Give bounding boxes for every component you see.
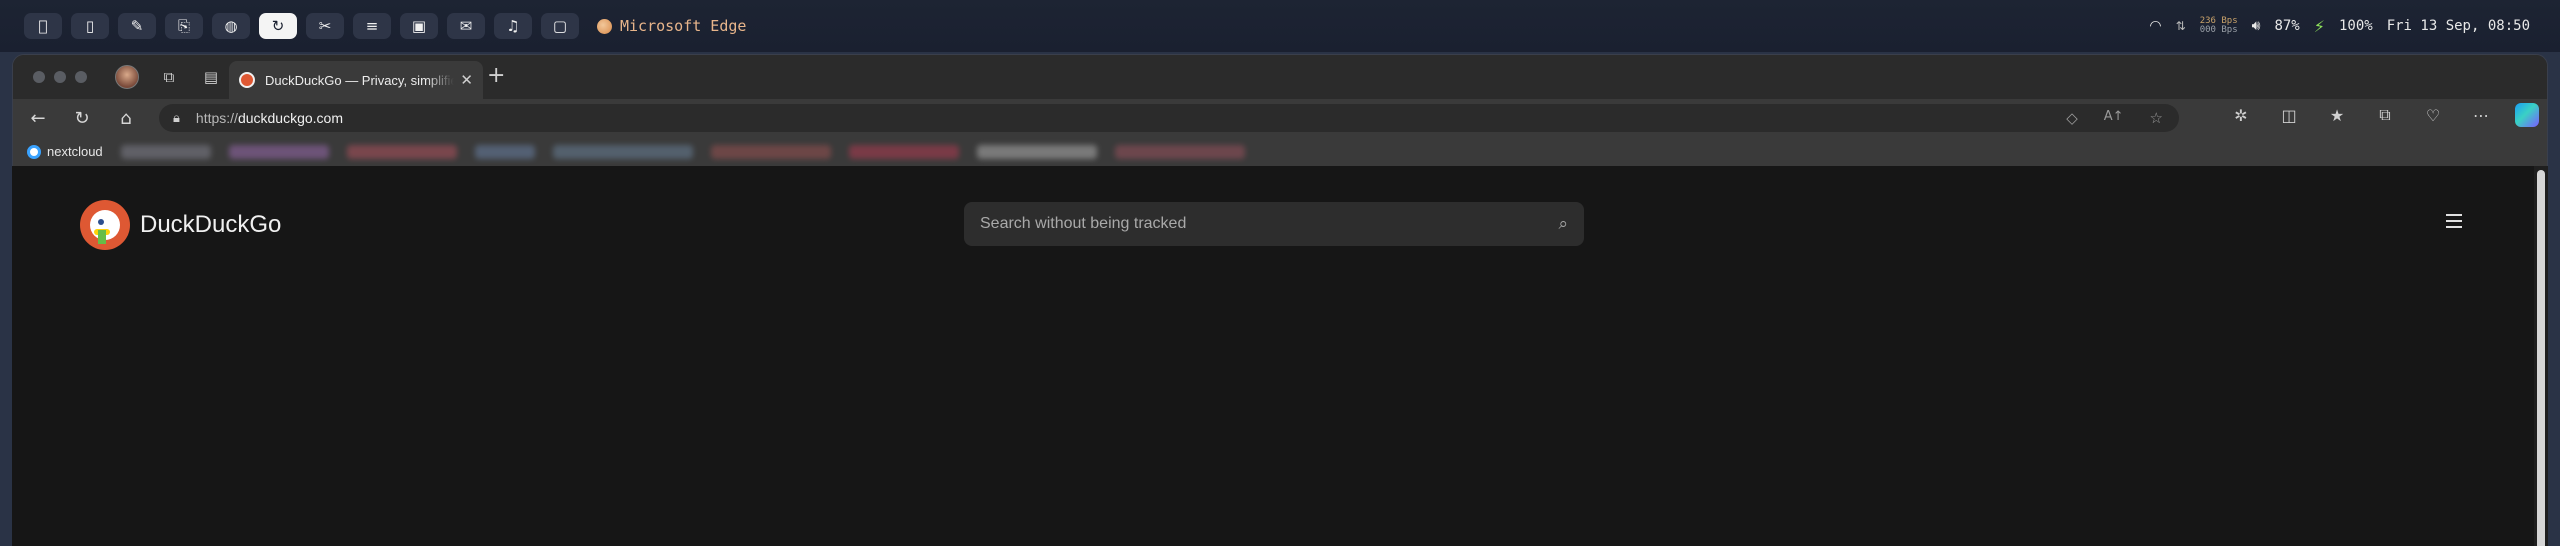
address-bar-actions: ◇ A↑ ☆ bbox=[2066, 109, 2163, 127]
read-aloud-icon[interactable]: A↑ bbox=[2104, 109, 2124, 127]
blurred-bookmark[interactable] bbox=[976, 144, 1097, 159]
network-arrows-icon: ⇅ bbox=[2175, 19, 2186, 33]
page-content: DuckDuckGo ⌕ bbox=[12, 166, 2534, 546]
search-input[interactable] bbox=[980, 215, 1559, 233]
wifi-icon[interactable]: ◠ bbox=[2149, 18, 2161, 34]
clock[interactable]: Fri 13 Sep, 08:50 bbox=[2387, 18, 2530, 34]
macos-menu-bar:  ▯ ✎ ⎘ ◍ ↻ ✂ ≡ ▣ ✉ ♫ ▢ Microsoft Edge ◠… bbox=[0, 0, 2560, 52]
blurred-bookmark[interactable] bbox=[346, 144, 457, 159]
copilot-icon[interactable] bbox=[2515, 103, 2539, 127]
phone-icon[interactable]: ▯ bbox=[71, 13, 109, 39]
workspaces-icon[interactable]: ⧉ bbox=[157, 65, 181, 89]
apple-icon[interactable]:  bbox=[24, 13, 62, 39]
blurred-bookmark[interactable] bbox=[1114, 144, 1245, 159]
home-button[interactable]: ⌂ bbox=[111, 103, 141, 133]
tab-duckduckgo[interactable]: DuckDuckGo — Privacy, simplified. ✕ bbox=[229, 61, 483, 99]
edge-icon[interactable]: ↻ bbox=[259, 13, 297, 39]
terminal-icon[interactable]: ⎘ bbox=[165, 13, 203, 39]
menu-hamburger-icon[interactable] bbox=[2446, 214, 2462, 228]
brand-name: DuckDuckGo bbox=[140, 211, 282, 238]
duckduckgo-duck-icon bbox=[80, 200, 130, 250]
close-window-button[interactable] bbox=[33, 71, 45, 83]
duckduckgo-favicon-icon bbox=[239, 72, 255, 88]
favorite-star-icon[interactable]: ☆ bbox=[2150, 109, 2163, 127]
scrollbar-thumb[interactable] bbox=[2537, 170, 2545, 546]
mail-icon[interactable]: ✉ bbox=[447, 13, 485, 39]
bookmark-label: nextcloud bbox=[47, 144, 103, 159]
volume-level: 87% bbox=[2274, 18, 2300, 34]
url-domain: duckduckgo.com bbox=[237, 110, 344, 126]
navigation-toolbar: ← ↻ ⌂ 🔒︎ https://duckduckgo.com ◇ A↑ ☆ ✲… bbox=[13, 99, 2547, 137]
favorites-bar: nextcloud bbox=[13, 137, 2547, 167]
blurred-bookmark[interactable] bbox=[120, 144, 211, 159]
zoom-window-button[interactable] bbox=[75, 71, 87, 83]
close-tab-icon[interactable]: ✕ bbox=[460, 71, 473, 89]
tracking-prevention-icon[interactable]: ◇ bbox=[2066, 109, 2078, 127]
new-tab-button[interactable]: + bbox=[487, 63, 505, 88]
tools-icon[interactable]: ✂ bbox=[306, 13, 344, 39]
window-controls bbox=[33, 71, 87, 83]
back-button[interactable]: ← bbox=[23, 103, 53, 133]
active-app-title[interactable]: Microsoft Edge bbox=[597, 17, 746, 35]
refresh-button[interactable]: ↻ bbox=[67, 103, 97, 133]
tab-actions-icon[interactable]: ▤ bbox=[199, 65, 223, 89]
database-icon[interactable]: ≡ bbox=[353, 13, 391, 39]
toolbar-right: ✲ ◫ ★ ⧉ ♡ ⋯ bbox=[2227, 103, 2539, 127]
tab-bar: ⧉ ▤ DuckDuckGo — Privacy, simplified. ✕ … bbox=[13, 55, 2547, 99]
more-menu-icon[interactable]: ⋯ bbox=[2467, 106, 2495, 125]
url-text[interactable]: https://duckduckgo.com bbox=[196, 110, 343, 126]
net-down: 000 Bps bbox=[2199, 25, 2238, 35]
music-icon[interactable]: ♫ bbox=[494, 13, 532, 39]
address-bar[interactable]: 🔒︎ https://duckduckgo.com ◇ A↑ ☆ bbox=[159, 104, 2179, 132]
minimize-window-button[interactable] bbox=[54, 71, 66, 83]
status-area: ◠ ⇅ 236 Bps 000 Bps 🔊︎ 87% ⚡ 100% Fri 13… bbox=[2149, 0, 2530, 52]
url-prefix: https:// bbox=[195, 110, 238, 126]
lock-icon[interactable]: 🔒︎ bbox=[173, 111, 180, 126]
volume-icon[interactable]: 🔊︎ bbox=[2252, 18, 2261, 34]
lock-icon[interactable]: ▢ bbox=[541, 13, 579, 39]
teams-icon[interactable]: ▣ bbox=[400, 13, 438, 39]
scrollbar[interactable] bbox=[2534, 166, 2548, 546]
blurred-bookmark[interactable] bbox=[552, 144, 693, 159]
bookmark-nextcloud[interactable]: nextcloud bbox=[27, 144, 103, 159]
browser-essentials-icon[interactable]: ♡ bbox=[2419, 106, 2447, 125]
search-icon[interactable]: ⌕ bbox=[1558, 214, 1568, 234]
split-screen-icon[interactable]: ◫ bbox=[2275, 106, 2303, 125]
notes-icon[interactable]: ✎ bbox=[118, 13, 156, 39]
profile-avatar[interactable] bbox=[115, 65, 139, 89]
battery-level: 100% bbox=[2338, 18, 2373, 34]
tab-title: DuckDuckGo — Privacy, simplified. bbox=[265, 72, 455, 88]
search-box[interactable]: ⌕ bbox=[964, 202, 1584, 246]
edge-logo-icon bbox=[597, 18, 612, 34]
duckduckgo-logo[interactable]: DuckDuckGo bbox=[80, 200, 281, 250]
extensions-icon[interactable]: ✲ bbox=[2227, 106, 2255, 125]
globe-icon[interactable]: ◍ bbox=[212, 13, 250, 39]
active-app-name: Microsoft Edge bbox=[620, 17, 747, 35]
blurred-bookmark[interactable] bbox=[474, 144, 535, 159]
network-speed[interactable]: 236 Bps 000 Bps bbox=[2200, 17, 2238, 35]
app-switcher:  ▯ ✎ ⎘ ◍ ↻ ✂ ≡ ▣ ✉ ♫ ▢ bbox=[24, 13, 579, 39]
blurred-bookmark[interactable] bbox=[848, 144, 959, 159]
battery-charging-icon[interactable]: ⚡ bbox=[2314, 17, 2325, 36]
favorites-icon[interactable]: ★ bbox=[2323, 106, 2351, 125]
blurred-bookmark[interactable] bbox=[228, 144, 329, 159]
collections-icon[interactable]: ⧉ bbox=[2371, 105, 2399, 125]
blurred-bookmark[interactable] bbox=[710, 144, 831, 159]
nextcloud-icon bbox=[27, 144, 41, 159]
